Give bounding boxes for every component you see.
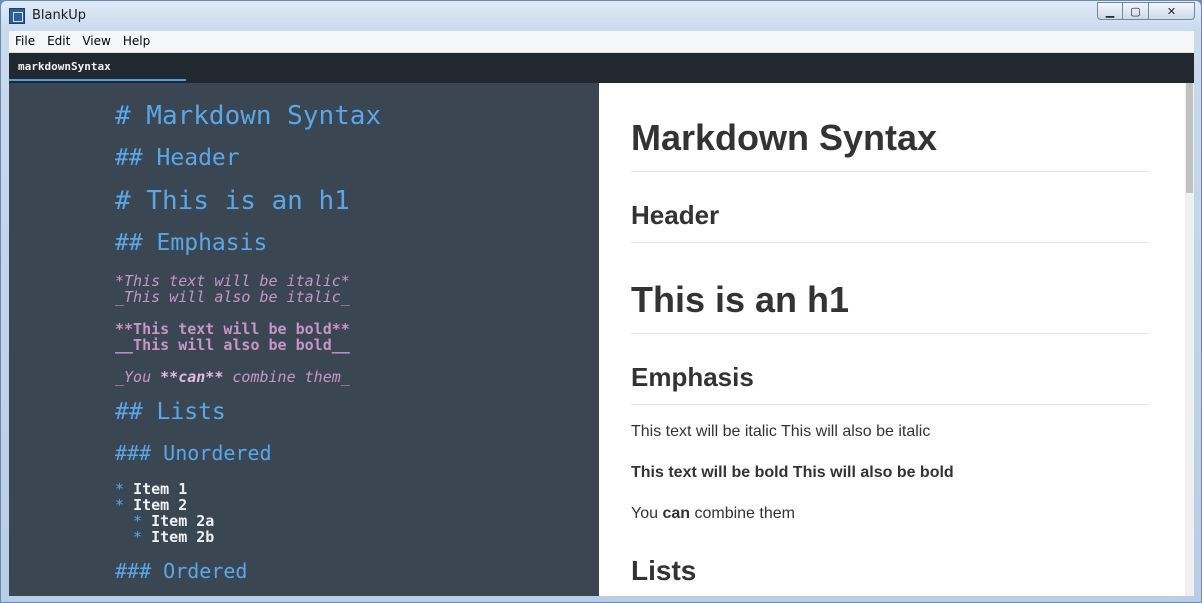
editor-combine-start: _You	[115, 368, 161, 386]
preview-header: Header	[631, 200, 720, 230]
editor-line-h1[interactable]: # This is an h1	[115, 186, 350, 216]
app-logo-icon	[9, 8, 25, 24]
preview-italic-line: This text will be italic This will also …	[631, 423, 931, 440]
preview-combine-end: combine them	[690, 505, 795, 522]
menu-bar: File Edit View Help	[9, 31, 1194, 53]
editor-line-combine[interactable]: _You **can** combine them_	[115, 368, 350, 386]
editor-line-ordered[interactable]: ### Ordered	[115, 559, 247, 583]
window-controls: ▁ ▢ ✕	[1097, 2, 1195, 22]
editor-line-lists[interactable]: ## Lists	[115, 399, 226, 425]
divider	[631, 404, 1149, 405]
close-button[interactable]: ✕	[1149, 2, 1195, 20]
maximize-button[interactable]: ▢	[1123, 2, 1149, 20]
divider	[631, 242, 1149, 243]
preview-combine-line: You can combine them	[631, 505, 1149, 523]
editor-line-emphasis[interactable]: ## Emphasis	[115, 230, 267, 256]
editor-line-header[interactable]: ## Header	[115, 145, 240, 171]
editor-line-title[interactable]: # Markdown Syntax	[115, 101, 381, 131]
list-item: Item 2b	[151, 528, 215, 546]
markdown-editor[interactable]: # Markdown Syntax ## Header # This is an…	[9, 83, 599, 596]
vertical-scrollbar[interactable]	[1185, 83, 1194, 596]
editor-line-italic-2[interactable]: _This will also be italic_	[115, 288, 350, 306]
editor-combine-end: combine them_	[223, 368, 350, 386]
preview-combine-start: You	[631, 505, 663, 522]
window-title: BlankUp	[32, 8, 87, 23]
editor-line-item2b[interactable]: * Item 2b	[115, 527, 214, 546]
editor-line-bold-2[interactable]: __This will also be bold__	[115, 336, 350, 354]
scrollbar-thumb[interactable]	[1186, 83, 1193, 193]
preview-h1: This is an h1	[631, 279, 850, 320]
tab-bar: markdownSyntax	[9, 53, 1194, 83]
tab-markdownsyntax[interactable]: markdownSyntax	[9, 53, 186, 81]
preview-title: Markdown Syntax	[631, 117, 938, 158]
title-bar[interactable]: BlankUp ▁ ▢ ✕	[1, 1, 1201, 31]
menu-edit[interactable]: Edit	[41, 31, 76, 52]
editor-line-unordered[interactable]: ### Unordered	[115, 441, 272, 465]
preview-lists: Lists	[631, 555, 697, 586]
markdown-preview: Markdown Syntax Header This is an h1 Emp…	[599, 83, 1185, 596]
client-area: File Edit View Help markdownSyntax # Mar…	[9, 31, 1194, 596]
divider	[631, 333, 1149, 334]
editor-combine-bold: **can**	[160, 368, 224, 386]
menu-help[interactable]: Help	[117, 31, 156, 52]
menu-view[interactable]: View	[76, 31, 116, 52]
minimize-button[interactable]: ▁	[1097, 2, 1123, 20]
bullet-marker: *	[115, 528, 152, 546]
divider	[631, 171, 1149, 172]
menu-file[interactable]: File	[9, 31, 41, 52]
preview-bold-line: This text will be bold This will also be…	[631, 464, 954, 481]
preview-combine-bold: can	[662, 505, 691, 522]
app-window: BlankUp ▁ ▢ ✕ File Edit View Help markdo…	[0, 0, 1202, 603]
preview-emphasis: Emphasis	[631, 362, 754, 392]
